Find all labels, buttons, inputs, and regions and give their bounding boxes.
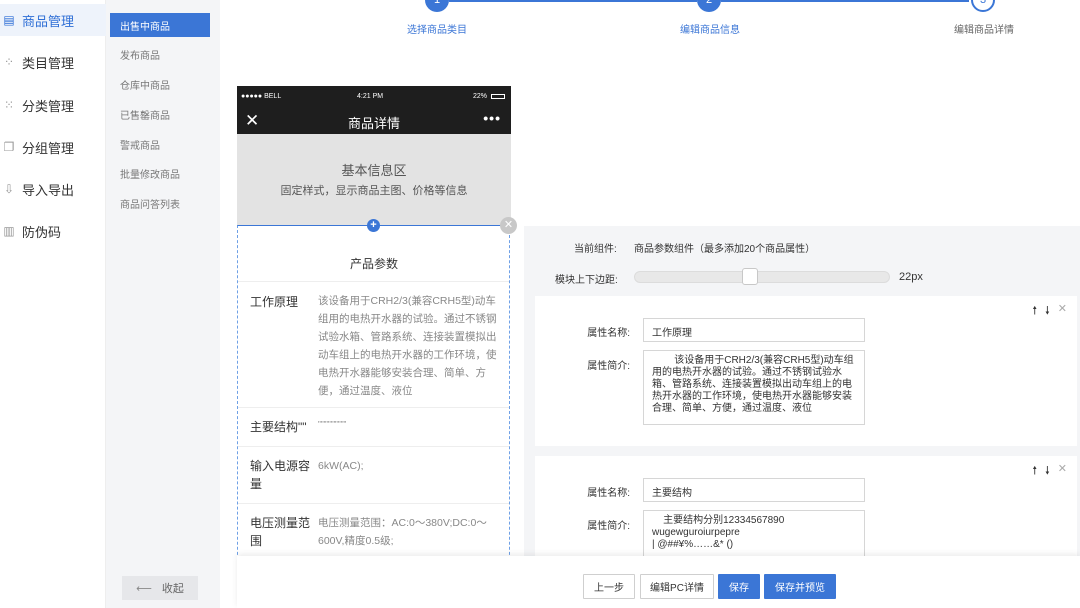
step-3-circle: 3 bbox=[971, 0, 995, 12]
subnav-item-on-sale[interactable]: 出售中商品 bbox=[110, 13, 210, 37]
subnav-item-sold-out[interactable]: 已售罄商品 bbox=[110, 102, 210, 126]
subnav-item-publish[interactable]: 发布商品 bbox=[110, 42, 210, 66]
import-icon: ⇩ bbox=[3, 182, 15, 196]
step-2-label: 编辑商品信息 bbox=[680, 25, 740, 36]
step-2-circle: 2 bbox=[697, 0, 721, 12]
time-text: 4:21 PM bbox=[357, 93, 384, 100]
param-row: 主要结构"" """""""""" bbox=[238, 407, 509, 446]
subnav-item-qa-list[interactable]: 商品问答列表 bbox=[110, 191, 210, 215]
nav-item-label: 防伪码 bbox=[22, 224, 62, 240]
basic-info-title: 基本信息区 bbox=[341, 163, 407, 178]
nav-item-import-export[interactable]: ⇩ 导入导出 bbox=[0, 173, 106, 205]
attribute-intro-label: 属性简介: bbox=[587, 521, 630, 532]
margin-value: 22px bbox=[899, 271, 923, 283]
phone-title-bar: ✕ 商品详情 ••• bbox=[237, 108, 511, 134]
battery-icon bbox=[491, 94, 505, 99]
param-value: """""""""" bbox=[318, 420, 347, 429]
param-key: 电压测量范围 bbox=[250, 516, 311, 548]
subnav-item-alert[interactable]: 警戒商品 bbox=[110, 132, 210, 156]
margin-slider-track[interactable] bbox=[634, 271, 890, 283]
param-key: 工作原理 bbox=[250, 295, 299, 309]
param-value: 电压测量范围：AC:0～380V;DC:0～600V,精度0.5级; bbox=[318, 517, 487, 547]
params-title: 产品参数 bbox=[349, 257, 398, 271]
collapse-label: 收起 bbox=[161, 583, 184, 595]
more-icon[interactable]: ••• bbox=[483, 110, 501, 126]
prev-step-button[interactable]: 上一步 bbox=[583, 574, 635, 599]
step-1-circle: 1 bbox=[425, 0, 449, 12]
nav-item-label: 商品管理 bbox=[22, 13, 75, 29]
delete-icon[interactable]: ✕ bbox=[1058, 462, 1067, 481]
move-down-icon[interactable]: 🠗 bbox=[1045, 462, 1050, 481]
nav-item-classification-management[interactable]: ⁙ 分类管理 bbox=[0, 89, 106, 121]
carrier-text: ●●●●● BELL bbox=[241, 93, 282, 100]
basic-info-area: 基本信息区 固定样式，显示商品主图、价格等信息 bbox=[237, 134, 511, 226]
save-and-preview-button[interactable]: 保存并预览 bbox=[764, 574, 836, 599]
param-row: 输入电源容量 6kW(AC); bbox=[238, 446, 509, 503]
step-1-label: 选择商品类目 bbox=[407, 25, 467, 36]
remove-component-icon[interactable]: ✕ bbox=[500, 217, 517, 234]
nav-item-product-management[interactable]: ▤ 商品管理 bbox=[0, 4, 106, 36]
param-key: 输入电源容量 bbox=[250, 459, 311, 491]
nav-item-category-management[interactable]: ⁘ 类目管理 bbox=[0, 46, 106, 78]
nav-item-label: 类目管理 bbox=[22, 55, 75, 71]
param-key: 主要结构"" bbox=[250, 420, 307, 434]
param-row: 电压测量范围 电压测量范围：AC:0～380V;DC:0～600V,精度0.5级… bbox=[238, 503, 509, 563]
edit-pc-detail-button[interactable]: 编辑PC详情 bbox=[640, 574, 714, 599]
basic-info-desc: 固定样式，显示商品主图、价格等信息 bbox=[280, 185, 468, 197]
collapse-button[interactable]: ⟵ 收起 bbox=[122, 576, 198, 600]
current-component-label: 当前组件: bbox=[574, 244, 617, 255]
attribute-intro-textarea[interactable]: 主要结构分别12334567890 wugewguroiurpepre | @#… bbox=[643, 510, 865, 558]
grid-icon: ⁙ bbox=[3, 98, 15, 112]
move-down-icon[interactable]: 🠗 bbox=[1045, 302, 1050, 321]
attribute-name-input[interactable]: 工作原理 bbox=[643, 318, 865, 342]
add-component-icon[interactable]: + bbox=[367, 219, 380, 232]
nav-item-label: 导入导出 bbox=[22, 182, 75, 198]
primary-nav: ▤ 商品管理 ⁘ 类目管理 ⁙ 分类管理 ❐ 分组管理 ⇩ 导入导出 ▥ 防伪码 bbox=[0, 0, 106, 608]
move-up-icon[interactable]: 🠕 bbox=[1032, 302, 1037, 321]
save-button[interactable]: 保存 bbox=[718, 574, 760, 599]
arrow-left-icon: ⟵ bbox=[136, 582, 152, 595]
battery-text: 22% bbox=[473, 93, 488, 100]
phone-page-title: 商品详情 bbox=[347, 116, 400, 131]
attribute-intro-textarea[interactable]: 该设备用于CRH2/3(兼容CRH5型)动车组用的电热开水器的试验。通过不锈钢试… bbox=[643, 350, 865, 425]
step-3-label: 编辑商品详情 bbox=[954, 25, 1014, 36]
attribute-name-label: 属性名称: bbox=[587, 488, 630, 499]
move-up-icon[interactable]: 🠕 bbox=[1032, 462, 1037, 481]
nav-item-label: 分组管理 bbox=[22, 140, 75, 156]
file-icon: ▤ bbox=[3, 13, 15, 27]
group-icon: ❐ bbox=[3, 140, 15, 154]
param-value: 该设备用于CRH2/3(兼容CRH5型)动车组用的电热开水器的试验。通过不锈钢试… bbox=[318, 295, 497, 397]
card-tools: 🠕 🠗 ✕ bbox=[1032, 462, 1067, 481]
step-connector bbox=[449, 0, 697, 2]
category-icon: ⁘ bbox=[3, 55, 15, 69]
secondary-nav: 出售中商品 发布商品 仓库中商品 已售罄商品 警戒商品 批量修改商品 商品问答列… bbox=[106, 0, 220, 608]
current-component-value: 商品参数组件（最多添加20个商品属性） bbox=[634, 244, 816, 255]
step-connector bbox=[721, 0, 969, 2]
attribute-intro-label: 属性简介: bbox=[587, 361, 630, 372]
subnav-item-batch-edit[interactable]: 批量修改商品 bbox=[110, 161, 210, 185]
param-row: 工作原理 该设备用于CRH2/3(兼容CRH5型)动车组用的电热开水器的试验。通… bbox=[238, 281, 509, 407]
card-tools: 🠕 🠗 ✕ bbox=[1032, 302, 1067, 321]
subnav-item-warehouse[interactable]: 仓库中商品 bbox=[110, 72, 210, 96]
phone-status-bar: ●●●●● BELL 4:21 PM 22% bbox=[237, 86, 511, 108]
delete-icon[interactable]: ✕ bbox=[1058, 302, 1067, 321]
barcode-icon: ▥ bbox=[3, 224, 15, 238]
attribute-name-label: 属性名称: bbox=[587, 328, 630, 339]
nav-item-label: 分类管理 bbox=[22, 98, 75, 114]
nav-item-anti-counterfeit[interactable]: ▥ 防伪码 bbox=[0, 215, 106, 247]
nav-item-group-management[interactable]: ❐ 分组管理 bbox=[0, 131, 106, 163]
margin-label: 模块上下边距: bbox=[555, 275, 618, 286]
param-value: 6kW(AC); bbox=[318, 460, 364, 472]
attribute-name-input[interactable]: 主要结构 bbox=[643, 478, 865, 502]
margin-slider-handle[interactable] bbox=[742, 268, 758, 285]
